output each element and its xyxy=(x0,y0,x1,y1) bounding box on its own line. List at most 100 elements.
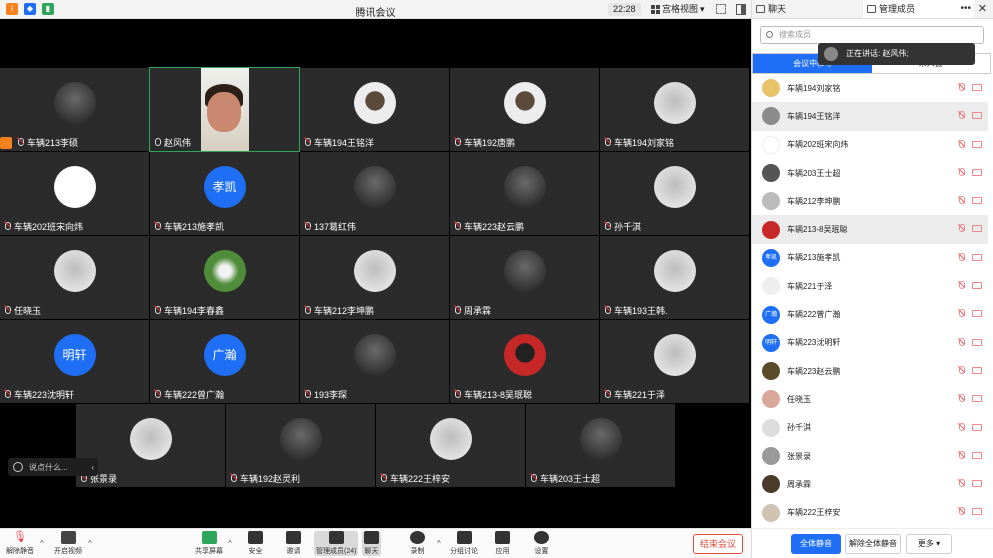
member-row[interactable]: 车辆203王士超 xyxy=(752,159,988,187)
camera-off-icon[interactable] xyxy=(972,423,982,431)
mic-muted-icon[interactable] xyxy=(957,337,966,348)
video-tile[interactable]: 周承霖 xyxy=(450,236,599,319)
video-tile[interactable]: 赵风伟 xyxy=(149,67,300,152)
camera-off-icon[interactable] xyxy=(972,197,982,205)
mic-muted-icon[interactable] xyxy=(957,167,966,178)
video-tile[interactable]: 车辆194李春鑫 xyxy=(150,236,299,319)
video-tile[interactable]: 明轩 车辆223沈明轩 xyxy=(0,320,149,403)
member-row[interactable]: 车辆202班宋向炜 xyxy=(752,131,988,159)
video-tile[interactable]: 车辆194王铭洋 xyxy=(300,68,449,151)
chat-input-placeholder[interactable]: 说点什么... xyxy=(29,462,68,473)
mic-muted-icon[interactable] xyxy=(957,252,966,263)
camera-off-icon[interactable] xyxy=(972,508,982,516)
member-row[interactable]: 明轩 车辆223沈明轩 xyxy=(752,329,988,357)
video-tile[interactable]: 孝凯 车辆213施孝凯 xyxy=(150,152,299,235)
share-screen-button[interactable]: 共享屏幕 xyxy=(195,531,223,556)
chevron-up-icon[interactable]: ^ xyxy=(88,539,92,548)
tab-members[interactable]: 管理成员 xyxy=(863,0,974,18)
video-tile[interactable]: 车辆192赵灵利 xyxy=(226,404,375,487)
member-row[interactable]: 车辆212李坤鹏 xyxy=(752,187,988,215)
video-tile[interactable]: 车辆194刘家铭 xyxy=(600,68,749,151)
chevron-up-icon[interactable]: ^ xyxy=(228,539,232,548)
fullscreen-icon[interactable] xyxy=(716,4,726,14)
video-tile[interactable]: 车辆213李硕 xyxy=(0,68,149,151)
camera-off-icon[interactable] xyxy=(972,451,982,459)
video-tile[interactable]: 车辆213-8吴珉聪 xyxy=(450,320,599,403)
unmute-all-button[interactable]: 解除全体静音 xyxy=(845,534,901,554)
video-tile[interactable]: 任晓玉 xyxy=(0,236,149,319)
video-tile[interactable]: 193李琛 xyxy=(300,320,449,403)
tab-chat[interactable]: 聊天 xyxy=(752,0,863,18)
emoji-icon[interactable] xyxy=(13,462,23,472)
camera-off-icon[interactable] xyxy=(972,395,982,403)
video-tile[interactable]: 137葛红伟 xyxy=(300,152,449,235)
member-row[interactable]: 孝凯 车辆213施孝凯 xyxy=(752,244,988,272)
close-icon[interactable]: ✕ xyxy=(978,2,987,15)
video-tile[interactable]: 车辆223赵云鹏 xyxy=(450,152,599,235)
video-tile[interactable]: 广瀚 车辆222曾广瀚 xyxy=(150,320,299,403)
chevron-up-icon[interactable]: ^ xyxy=(40,539,44,548)
mic-muted-icon[interactable] xyxy=(957,450,966,461)
video-tile[interactable]: 车辆212李坤鹏 xyxy=(300,236,449,319)
video-tile[interactable]: 车辆221于泽 xyxy=(600,320,749,403)
chat-input-bar[interactable]: 说点什么... ‹ xyxy=(8,458,98,476)
member-row[interactable]: 孙千淇 xyxy=(752,414,988,442)
apps-button[interactable]: 应用 xyxy=(495,531,510,556)
record-button[interactable]: 录制 xyxy=(410,531,425,556)
mic-muted-icon[interactable] xyxy=(957,196,966,206)
end-meeting-button[interactable]: 结束会议 xyxy=(693,534,743,554)
camera-off-icon[interactable] xyxy=(972,140,982,148)
mic-muted-icon[interactable] xyxy=(957,479,966,489)
security-button[interactable]: 安全 xyxy=(248,531,263,556)
member-row[interactable]: 车辆194刘家铭 xyxy=(752,74,988,102)
video-tile[interactable]: 孙千淇 xyxy=(600,152,749,235)
camera-off-icon[interactable] xyxy=(972,84,982,91)
video-tile[interactable]: 车辆193王韩. xyxy=(600,236,749,319)
member-search-input[interactable]: 搜索成员 xyxy=(760,26,984,44)
unmute-button[interactable]: 🎙 解除静音 xyxy=(6,531,34,556)
camera-off-icon[interactable] xyxy=(972,168,982,176)
member-row[interactable]: 车辆213-8吴珉聪 xyxy=(752,215,988,244)
camera-off-icon[interactable] xyxy=(972,253,982,261)
video-tile[interactable]: 车辆222王梓安 xyxy=(376,404,525,487)
camera-off-icon[interactable] xyxy=(972,480,982,488)
invite-button[interactable]: 邀请 xyxy=(286,531,301,556)
member-row[interactable]: 张景录 xyxy=(752,442,988,470)
mic-muted-icon[interactable] xyxy=(957,422,966,433)
video-tile[interactable]: 车辆202班宋向炜 xyxy=(0,152,149,235)
mic-muted-icon[interactable] xyxy=(957,507,966,517)
camera-off-icon[interactable] xyxy=(972,310,982,318)
mic-muted-icon[interactable] xyxy=(957,281,966,291)
mic-muted-icon[interactable] xyxy=(957,83,966,93)
more-button[interactable]: 更多 ▾ xyxy=(906,534,952,554)
mic-muted-icon[interactable] xyxy=(957,111,966,121)
video-tile[interactable]: 车辆192唐鹏 xyxy=(450,68,599,151)
mic-muted-icon[interactable] xyxy=(957,224,966,234)
toggle-panel-icon[interactable] xyxy=(736,4,746,15)
member-row[interactable]: 周承霖 xyxy=(752,470,988,498)
camera-off-icon[interactable] xyxy=(972,225,982,233)
member-row[interactable]: 车辆223赵云鹏 xyxy=(752,357,988,385)
mic-muted-icon[interactable] xyxy=(957,365,966,376)
mic-muted-icon[interactable] xyxy=(957,309,966,319)
chevron-left-icon[interactable]: ‹ xyxy=(91,463,94,472)
breakout-button[interactable]: 分组讨论 xyxy=(450,531,478,556)
member-row[interactable]: 车辆222王梓安 xyxy=(752,498,988,526)
video-tile[interactable]: 车辆203王士超 xyxy=(526,404,675,487)
manage-members-button[interactable]: 管理成员(24) xyxy=(314,531,359,556)
grid-view-button[interactable]: 宫格视图 ▾ xyxy=(648,3,708,16)
settings-button[interactable]: 设置 xyxy=(534,531,549,556)
camera-off-icon[interactable] xyxy=(972,282,982,290)
camera-off-icon[interactable] xyxy=(972,112,982,120)
member-row[interactable]: 任晓玉 xyxy=(752,385,988,413)
member-row[interactable]: 广瀚 车辆222曾广瀚 xyxy=(752,300,988,328)
chevron-up-icon[interactable]: ^ xyxy=(437,539,441,548)
start-video-button[interactable]: 开启视频 xyxy=(54,531,82,556)
camera-off-icon[interactable] xyxy=(972,366,982,374)
chat-button[interactable]: 聊天 xyxy=(362,531,381,556)
more-options-icon[interactable]: ••• xyxy=(960,3,971,14)
mic-muted-icon[interactable] xyxy=(957,394,966,404)
mic-muted-icon[interactable] xyxy=(957,139,966,150)
member-row[interactable]: 车辆194王铭洋 xyxy=(752,102,988,131)
video-tile[interactable]: 张景录 xyxy=(76,404,225,487)
